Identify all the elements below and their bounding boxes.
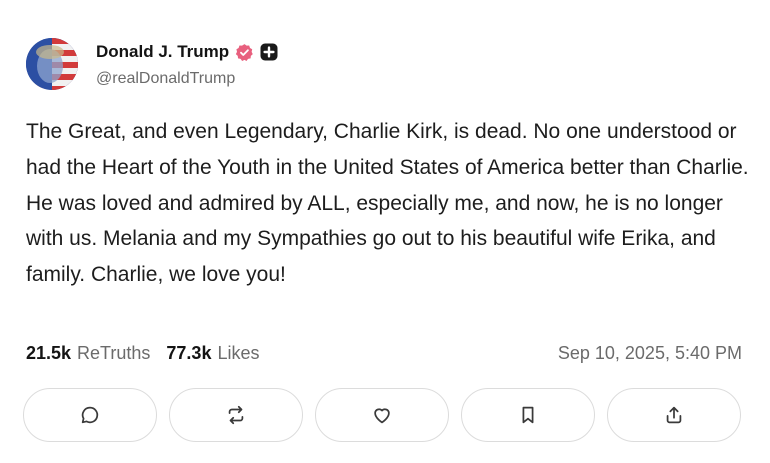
heart-icon <box>374 408 390 424</box>
author-name-row: Donald J. Trump <box>96 42 278 62</box>
post-stats: 21.5k ReTruths 77.3k Likes Sep 10, 2025, 5… <box>26 343 742 364</box>
retruths-count: 21.5k <box>26 343 72 363</box>
plus-badge-icon <box>260 43 278 61</box>
retruth-icon <box>228 405 244 425</box>
likes-label: Likes <box>217 343 260 363</box>
bookmark-icon <box>522 406 534 424</box>
post-actions <box>23 388 741 442</box>
likes-stat[interactable]: 77.3k Likes <box>166 343 259 364</box>
post-card: Donald J. Trump @realDonaldTrump The Gre… <box>0 0 770 463</box>
like-button[interactable] <box>315 388 449 442</box>
post-timestamp[interactable]: Sep 10, 2025, 5:40 PM <box>558 343 742 364</box>
verified-badge-icon <box>236 43 253 61</box>
bookmark-button[interactable] <box>461 388 595 442</box>
retruths-stat[interactable]: 21.5k ReTruths <box>26 343 150 364</box>
retruths-label: ReTruths <box>77 343 151 363</box>
retruth-button[interactable] <box>169 388 303 442</box>
likes-count: 77.3k <box>166 343 212 363</box>
author-handle[interactable]: @realDonaldTrump <box>96 70 235 88</box>
share-button[interactable] <box>607 388 741 442</box>
avatar[interactable] <box>26 38 78 90</box>
reply-button[interactable] <box>23 388 157 442</box>
avatar-image <box>26 38 78 90</box>
share-icon <box>666 406 682 424</box>
post-text: The Great, and even Legendary, Charlie K… <box>26 120 749 287</box>
author-display-name[interactable]: Donald J. Trump <box>96 42 229 62</box>
comment-icon <box>81 406 99 424</box>
